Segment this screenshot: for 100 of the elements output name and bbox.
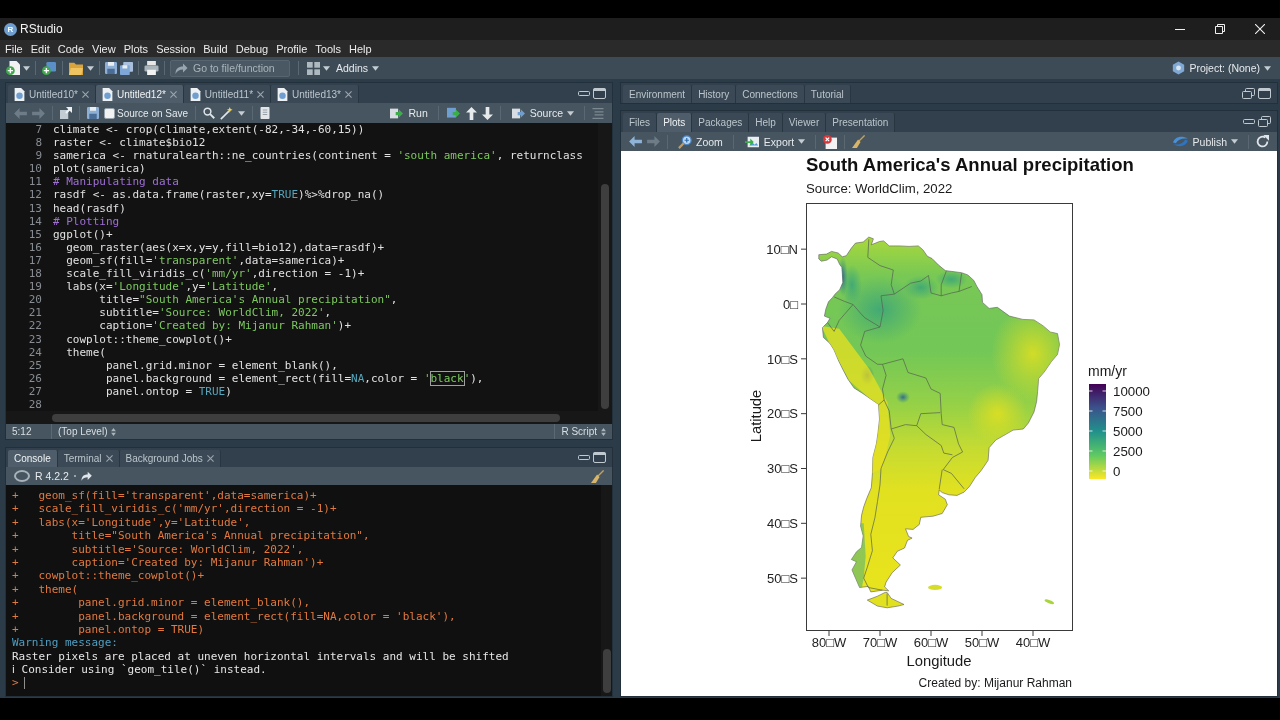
file-icon: [14, 87, 25, 101]
code-line: panel.ontop = TRUE): [104, 384, 232, 398]
checkbox[interactable]: [104, 107, 115, 119]
tab[interactable]: Plots: [657, 113, 693, 132]
curved-arrow-icon[interactable]: [80, 470, 93, 482]
tab[interactable]: Terminal: [57, 450, 120, 467]
console-line: + subtitle='Source: WorldClim, 2022',: [12, 542, 304, 556]
caret-icon[interactable]: [372, 65, 380, 71]
square-arrow-icon[interactable]: [445, 106, 461, 120]
search-icon[interactable]: [203, 107, 216, 119]
caret-icon[interactable]: [567, 110, 574, 116]
scrollbar-thumb[interactable]: [602, 649, 611, 693]
restore-pane-icon[interactable]: [1242, 87, 1255, 99]
tab[interactable]: History: [692, 85, 737, 103]
tab[interactable]: Environment: [623, 85, 693, 103]
restore-pane-icon[interactable]: [1258, 116, 1271, 127]
code-line: # Plotting: [53, 214, 120, 228]
tab[interactable]: Files: [623, 113, 658, 132]
tick-mark: [879, 630, 881, 637]
up-down-icon[interactable]: [601, 427, 606, 436]
menu-item[interactable]: Tools: [315, 42, 342, 55]
publish-button[interactable]: Publish: [1168, 133, 1241, 150]
addins-button[interactable]: Addins: [333, 59, 383, 77]
axis-tick-label: 30□S: [767, 461, 798, 477]
tab[interactable]: Help: [749, 113, 783, 132]
project-button[interactable]: Project: (None): [1169, 59, 1274, 77]
caret-icon[interactable]: [323, 65, 330, 71]
menu-item[interactable]: Plots: [123, 42, 149, 55]
page-x-icon[interactable]: [823, 134, 838, 149]
tab[interactable]: Background Jobs: [119, 450, 221, 467]
scope-label[interactable]: (Top Level): [58, 426, 108, 437]
axis-title: Latitude: [748, 389, 764, 443]
square-plus-icon[interactable]: [41, 61, 57, 75]
tab[interactable]: Presentation: [826, 113, 896, 132]
up-arrow-icon[interactable]: [465, 106, 477, 120]
line-number: 20: [28, 293, 42, 307]
checkbox-label[interactable]: Source on Save: [117, 107, 189, 119]
menu-item[interactable]: File: [5, 42, 23, 55]
document-icon[interactable]: [260, 107, 271, 119]
grid-icon[interactable]: [307, 61, 320, 75]
source-button[interactable]: Source: [507, 104, 577, 122]
menu-item[interactable]: Code: [57, 42, 84, 55]
scrollbar-thumb[interactable]: [52, 413, 560, 422]
tab[interactable]: Untitled13*: [271, 85, 359, 103]
code-line: ggplot()+: [53, 227, 113, 241]
menu-item[interactable]: Edit: [30, 42, 50, 55]
tick-mark: [800, 522, 807, 524]
export-button[interactable]: Export: [740, 133, 809, 150]
up-down-icon[interactable]: [111, 427, 117, 436]
menu-item[interactable]: Session: [156, 42, 196, 55]
tab[interactable]: Untitled11*: [183, 85, 272, 103]
code-line: theme(: [65, 345, 106, 359]
console-line: Raster pixels are placed at uneven horizontal intervals and will be shifted: [12, 649, 509, 664]
plot-subtitle: Source: WorldClim, 2022: [806, 180, 953, 196]
minimize-icon[interactable]: [1175, 28, 1185, 30]
printer-icon[interactable]: [144, 61, 159, 75]
menu-item[interactable]: Help: [349, 42, 372, 55]
tab[interactable]: Untitled12*: [95, 85, 184, 103]
run-button[interactable]: Run: [386, 104, 431, 122]
refresh-icon[interactable]: [1256, 135, 1269, 148]
wand-icon[interactable]: [220, 106, 234, 120]
file-type-label[interactable]: R Script: [561, 426, 597, 437]
zoom-button[interactable]: Zoom: [675, 133, 726, 150]
code-line: plot(samerica): [53, 162, 146, 176]
caret-icon[interactable]: [1231, 139, 1238, 144]
minimize-pane-icon[interactable]: [1243, 119, 1255, 124]
left-arrow-icon[interactable]: [629, 136, 642, 147]
plot-caption: Created by: Mijanur Rahman: [918, 676, 1072, 690]
tab[interactable]: Tutorial: [804, 85, 851, 103]
console-line: + scale_fill_viridis_c('mm/yr',direction = -1)+: [12, 502, 337, 516]
go-to-file-field[interactable]: Go to file/function: [170, 59, 290, 77]
scrollbar-thumb[interactable]: [601, 184, 609, 409]
tab[interactable]: Untitled10*: [8, 85, 96, 103]
caret-icon[interactable]: [87, 65, 94, 71]
menu-item[interactable]: Build: [203, 42, 228, 55]
menu-item[interactable]: Debug: [235, 42, 269, 55]
maximize-pane-icon[interactable]: [593, 87, 606, 99]
maximize-pane-icon[interactable]: [1258, 87, 1271, 99]
down-arrow-icon[interactable]: [481, 106, 493, 120]
tab[interactable]: Viewer: [782, 113, 827, 132]
broom-icon[interactable]: [852, 135, 866, 148]
floppy-disks-icon[interactable]: [120, 61, 133, 75]
menu-item[interactable]: Profile: [276, 42, 308, 55]
file-plus-icon[interactable]: [6, 61, 20, 75]
minimize-pane-icon[interactable]: [578, 90, 590, 96]
menu-item[interactable]: View: [92, 42, 116, 55]
tab[interactable]: Connections: [736, 85, 805, 103]
caret-icon[interactable]: [1264, 65, 1271, 71]
broom-icon[interactable]: [591, 469, 604, 483]
restore-icon[interactable]: [1215, 24, 1225, 34]
caret-icon[interactable]: [23, 65, 30, 71]
caret-icon[interactable]: [238, 110, 246, 116]
tab[interactable]: Packages: [692, 113, 750, 132]
caret-icon[interactable]: [798, 139, 806, 144]
maximize-pane-icon[interactable]: [593, 452, 606, 463]
axis-tick-label: 80□W: [811, 635, 847, 650]
folder-icon[interactable]: [68, 61, 84, 75]
text-cursor: [23, 677, 25, 690]
tab[interactable]: Console: [8, 450, 58, 467]
minimize-pane-icon[interactable]: [578, 455, 590, 460]
